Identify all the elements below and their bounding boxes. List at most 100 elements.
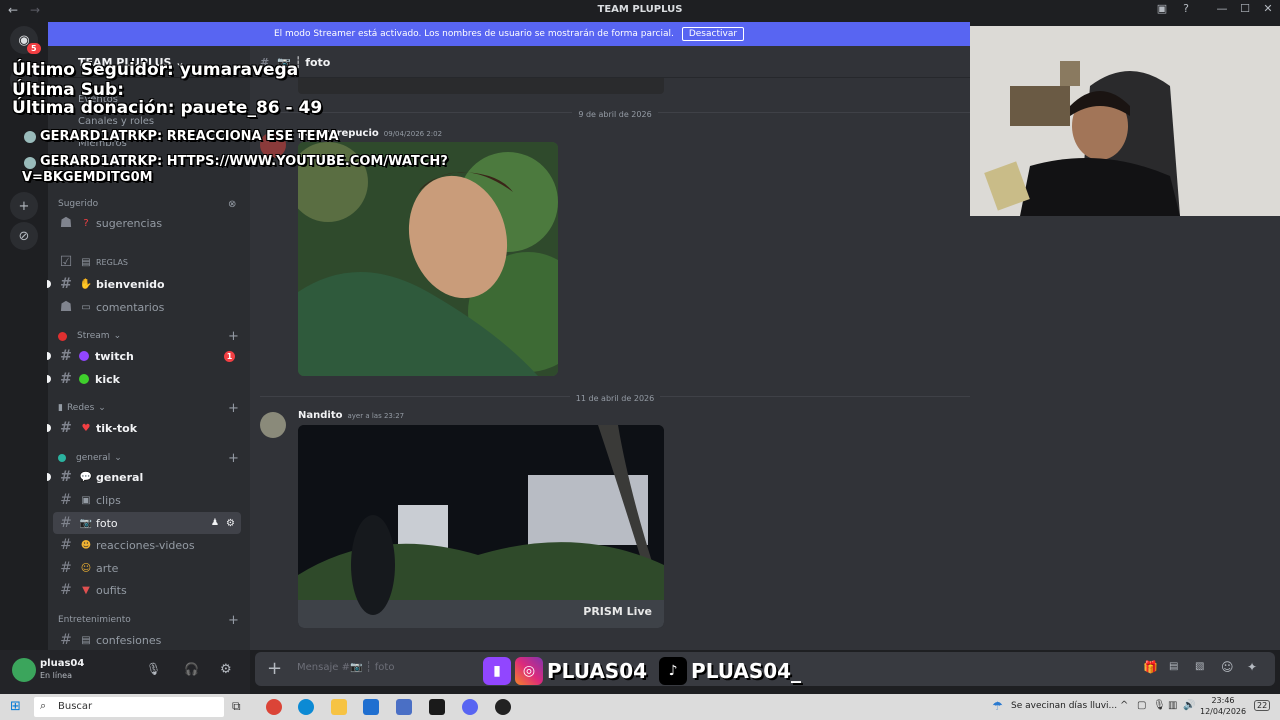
maximize-button[interactable]: ☐ [1233,2,1257,20]
add-server-icon[interactable]: + [10,192,38,220]
category-entretenimiento[interactable]: Entretenimiento + [58,613,239,628]
tray-app-icon[interactable]: ▢ [1137,700,1146,711]
message-image-selfie[interactable] [298,142,558,376]
hash-icon: # [60,420,72,436]
category-label: Entretenimiento [58,615,131,625]
add-channel-icon[interactable]: + [228,451,239,466]
store-icon[interactable] [363,699,379,715]
message-input[interactable]: Mensaje #📷 ┆ foto [297,662,394,673]
clock-date[interactable]: 12/04/2026 [1200,707,1246,716]
channel-general[interactable]: # 💬 general [47,466,241,488]
message-avatar[interactable] [260,412,286,438]
channel-arte[interactable]: # ☺ arte [53,557,241,579]
obs-icon[interactable] [495,699,511,715]
channel-foto[interactable]: # 📷 foto ♟ ⚙ [53,512,241,534]
search-placeholder: Buscar [58,701,93,712]
tray-chevron-icon[interactable]: ^ [1120,700,1128,711]
taskbar-search[interactable]: ⌕ Buscar [34,697,224,717]
invite-icon[interactable]: ♟ [211,518,219,528]
category-suggested[interactable]: Sugerido ⊗ [58,199,236,210]
gift-icon[interactable]: 🎁 [1143,660,1158,674]
social-handle: PLUAS04_ [691,659,802,683]
close-button[interactable]: ✕ [1256,2,1280,20]
category-stream[interactable]: Stream ⌄ + [58,329,239,344]
network-icon[interactable]: ▥ [1168,700,1177,711]
add-channel-icon[interactable]: + [228,401,239,416]
channel-tiktok[interactable]: # ♥ tik-tok [47,417,241,439]
clock-time[interactable]: 23:46 [1206,696,1240,705]
add-channel-icon[interactable]: + [228,613,239,628]
channel-twitch[interactable]: # twitch 1 [47,345,241,367]
user-settings-gear-icon[interactable]: ⚙ [220,662,232,677]
category-label: Sugerido [58,199,99,209]
social-handle: PLUAS04 [547,659,648,683]
mic-tray-icon[interactable]: 🎙 [1153,700,1166,711]
headphones-icon[interactable]: 🎧 [184,662,199,676]
red-circle-icon [58,331,67,341]
channel-oufits[interactable]: # ▼ oufits [53,579,241,601]
channel-reglas[interactable]: ☑ ▤ REGLAS [53,251,241,273]
chrome-icon[interactable] [266,699,282,715]
terminal-icon[interactable] [429,699,445,715]
category-label: general [76,453,111,463]
channel-comentarios[interactable]: ☗ ▭ comentarios [53,296,241,318]
home-discord-icon[interactable]: ◉ 5 [10,26,41,54]
shirt-emoji-icon: ▼ [82,584,90,596]
add-attachment-icon[interactable]: + [267,658,282,679]
weather-text[interactable]: Se avecinan días lluvi... [1011,701,1117,711]
windows-start-icon[interactable]: ⊞ [10,699,21,714]
hash-icon: # [60,371,72,387]
wave-emoji-icon: ✋ [79,278,93,290]
explore-icon[interactable]: ⊘ [10,222,38,250]
sticker-icon[interactable]: ▧ [1195,661,1204,672]
emoji-icon[interactable]: ☺ [1221,660,1234,674]
help-icon[interactable]: ? [1174,2,1198,20]
overlay-sub: Última Sub: [12,80,125,100]
deactivate-button[interactable]: Desactivar [681,27,745,41]
hash-icon: # [60,632,72,648]
add-channel-icon[interactable]: + [228,329,239,344]
face-emoji-icon: ☺ [80,562,92,574]
app-icon[interactable] [396,699,412,715]
channel-clips[interactable]: # ▣ clips [53,489,241,511]
gear-icon[interactable]: ⚙ [226,518,235,529]
channel-reacciones-videos[interactable]: # ☻ reacciones-videos [53,534,241,556]
category-general[interactable]: general ⌄ + [58,451,239,466]
gif-icon[interactable]: ▤ [1169,661,1178,672]
file-explorer-icon[interactable] [331,699,347,715]
channel-confesiones[interactable]: # ▤ confesiones [53,629,241,651]
channel-kick[interactable]: # kick [47,368,241,390]
minimize-button[interactable]: — [1210,2,1234,20]
channel-label: general [96,470,144,484]
message-image-night[interactable]: PRISM Live [298,425,664,628]
channel-bienvenido[interactable]: # ✋ bienvenido [47,273,241,295]
volume-icon[interactable]: 🔊 [1183,700,1195,711]
channel-label: sugerencias [96,216,163,230]
channel-sugerencias[interactable]: ☗? sugerencias [53,212,241,234]
message-timestamp: ayer a las 23:27 [347,412,405,420]
search-icon: ⌕ [40,699,47,712]
unread-indicator [47,375,51,383]
discord-taskbar-icon[interactable] [462,699,478,715]
overlay-follower: Último Seguidor: yumaravega [12,60,299,80]
user-avatar[interactable] [12,658,36,682]
channel-label: twitch [95,349,134,363]
weather-icon: ☂ [992,699,1003,713]
message-author[interactable]: Nandito ayer a las 23:27 [298,410,404,421]
banner-text: El modo Streamer está activado. Los nomb… [273,29,674,39]
category-label: Redes [66,403,95,413]
dismiss-icon[interactable]: ⊗ [228,199,236,210]
channel-label: clips [96,493,121,507]
edge-icon[interactable] [298,699,314,715]
home-badge: 5 [27,43,41,54]
task-view-icon[interactable]: ⧉ [232,699,241,714]
category-redes[interactable]: ▮ Redes ⌄ + [58,401,239,416]
inbox-icon[interactable]: ▣ [1150,2,1174,20]
hash-icon: # [60,492,72,508]
night-photo [298,425,664,628]
laptop-emoji-icon: ▭ [81,301,91,313]
previous-image[interactable] [298,78,664,94]
notification-badge[interactable]: 22 [1254,700,1271,711]
apps-icon[interactable]: ✦ [1247,660,1257,674]
microphone-icon[interactable]: 🎙 [146,662,161,676]
